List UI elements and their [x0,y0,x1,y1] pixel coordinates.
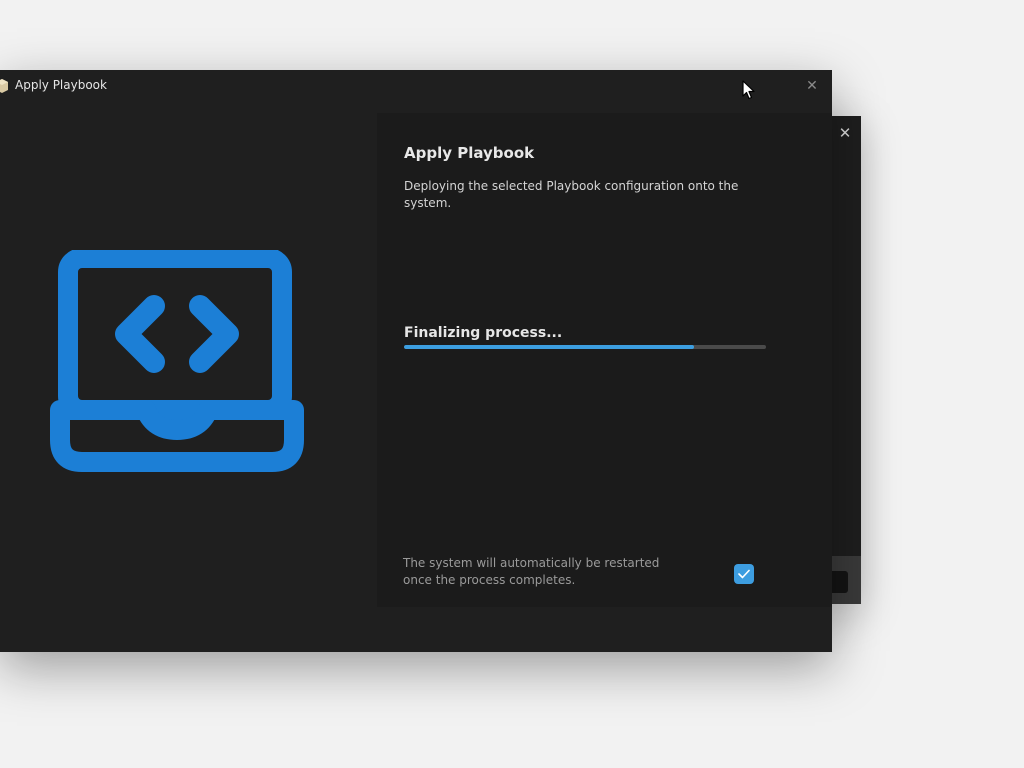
mouse-pointer-icon [742,80,755,100]
background-window-close-icon[interactable]: ✕ [833,121,857,145]
progress-bar [404,345,766,349]
title-bar[interactable]: Apply Playbook ✕ [0,70,832,104]
illustration-pane [0,104,377,652]
checkmark-icon [738,569,750,579]
playbook-app-icon [0,79,8,93]
progress-status-label: Finalizing process... [404,325,563,341]
close-icon[interactable]: ✕ [798,74,826,98]
page-title: Apply Playbook [404,144,535,162]
page-description: Deploying the selected Playbook configur… [404,179,739,210]
apply-playbook-window: Apply Playbook ✕ Apply Playbook Deployin… [0,70,832,652]
desktop: ✕ Apply Playbook ✕ Apply Playbook Deploy… [0,0,1024,768]
window-title: Apply Playbook [15,78,107,92]
content-pane: Apply Playbook Deploying the selected Pl… [377,113,832,607]
restart-notice: The system will automatically be restart… [403,556,660,587]
auto-restart-checkbox[interactable] [734,564,754,584]
laptop-code-icon [50,250,304,472]
progress-bar-fill [404,345,694,349]
